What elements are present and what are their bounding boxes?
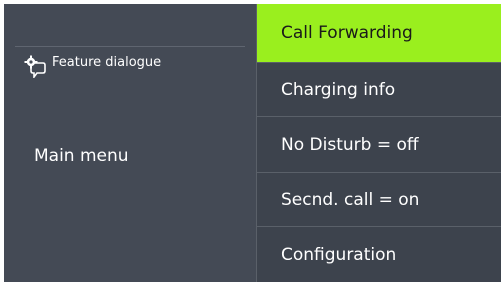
feature-dialogue-row: Feature dialogue — [24, 54, 162, 80]
left-panel: Feature dialogue Main menu — [4, 4, 256, 282]
menu-list: Call Forwarding Charging info No Disturb… — [256, 4, 501, 282]
left-divider — [15, 46, 245, 47]
phone-display: Feature dialogue Main menu Call Forwardi… — [4, 4, 501, 282]
main-menu-label: Main menu — [34, 146, 129, 166]
menu-item-second-call[interactable]: Secnd. call = on — [257, 172, 501, 226]
menu-item-configuration[interactable]: Configuration — [257, 226, 501, 282]
menu-item-no-disturb[interactable]: No Disturb = off — [257, 116, 501, 172]
menu-item-call-forwarding[interactable]: Call Forwarding — [257, 4, 501, 62]
feature-dialogue-icon — [24, 54, 46, 80]
menu-item-charging-info[interactable]: Charging info — [257, 62, 501, 116]
feature-dialogue-label: Feature dialogue — [52, 54, 162, 70]
